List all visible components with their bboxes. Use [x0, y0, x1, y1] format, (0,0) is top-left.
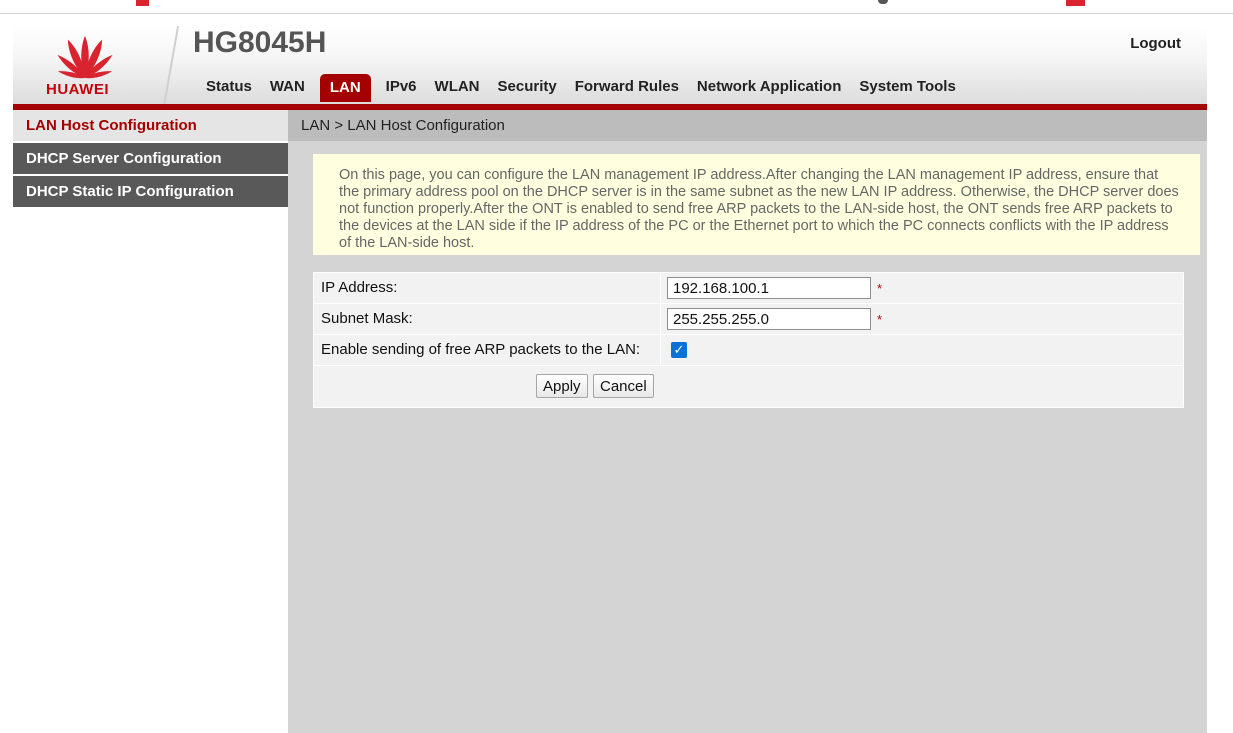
form-row-subnet-mask: Subnet Mask: * [314, 304, 1183, 335]
free-arp-checkbox[interactable]: ✓ [671, 342, 687, 358]
browser-fragment [136, 0, 149, 6]
nav-tab-status[interactable]: Status [197, 79, 261, 102]
nav-tab-ipv6[interactable]: IPv6 [377, 79, 426, 102]
lan-host-form: IP Address: * Subnet Mask: * Enable send… [313, 272, 1184, 408]
huawei-logo: HUAWEI [13, 26, 163, 104]
sidebar: LAN Host Configuration DHCP Server Confi… [13, 110, 288, 733]
form-row-free-arp: Enable sending of free ARP packets to th… [314, 335, 1183, 366]
info-notice: On this page, you can configure the LAN … [313, 154, 1200, 255]
sidebar-item-dhcp-server-configuration[interactable]: DHCP Server Configuration [13, 143, 288, 176]
browser-fragment [1066, 0, 1085, 6]
nav-tab-network-application[interactable]: Network Application [688, 79, 850, 102]
form-row-ip-address: IP Address: * [314, 273, 1183, 304]
main-nav: Status WAN LAN IPv6 WLAN Security Forwar… [197, 72, 965, 102]
nav-tab-forward-rules[interactable]: Forward Rules [566, 79, 688, 102]
apply-button[interactable]: Apply [536, 374, 588, 398]
nav-tab-wan[interactable]: WAN [261, 79, 314, 102]
free-arp-label: Enable sending of free ARP packets to th… [314, 335, 661, 365]
nav-tab-lan[interactable]: LAN [319, 74, 371, 102]
subnet-mask-input[interactable] [667, 308, 871, 330]
required-mark: * [877, 280, 883, 296]
browser-fragment [878, 0, 888, 4]
required-mark: * [877, 311, 883, 327]
logo-text: HUAWEI [46, 81, 109, 98]
huawei-flower-icon [57, 36, 113, 79]
form-actions: Apply Cancel [314, 366, 1183, 407]
browser-top-border [0, 13, 1233, 14]
sidebar-item-dhcp-static-ip-configuration[interactable]: DHCP Static IP Configuration [13, 176, 288, 209]
product-title: HG8045H [193, 26, 327, 59]
logout-link[interactable]: Logout [1130, 35, 1181, 52]
main-content: LAN > LAN Host Configuration On this pag… [288, 110, 1207, 733]
nav-tab-wlan[interactable]: WLAN [426, 79, 489, 102]
nav-tab-security[interactable]: Security [489, 79, 566, 102]
header-divider [163, 26, 180, 106]
nav-tab-system-tools[interactable]: System Tools [850, 79, 964, 102]
sidebar-item-lan-host-configuration[interactable]: LAN Host Configuration [13, 110, 288, 143]
breadcrumb: LAN > LAN Host Configuration [288, 110, 1207, 141]
header: HUAWEI HG8045H Logout Status WAN LAN IPv… [13, 26, 1207, 106]
ip-address-input[interactable] [667, 277, 871, 299]
subnet-mask-label: Subnet Mask: [314, 304, 661, 334]
ip-address-label: IP Address: [314, 273, 661, 303]
cancel-button[interactable]: Cancel [593, 374, 654, 398]
